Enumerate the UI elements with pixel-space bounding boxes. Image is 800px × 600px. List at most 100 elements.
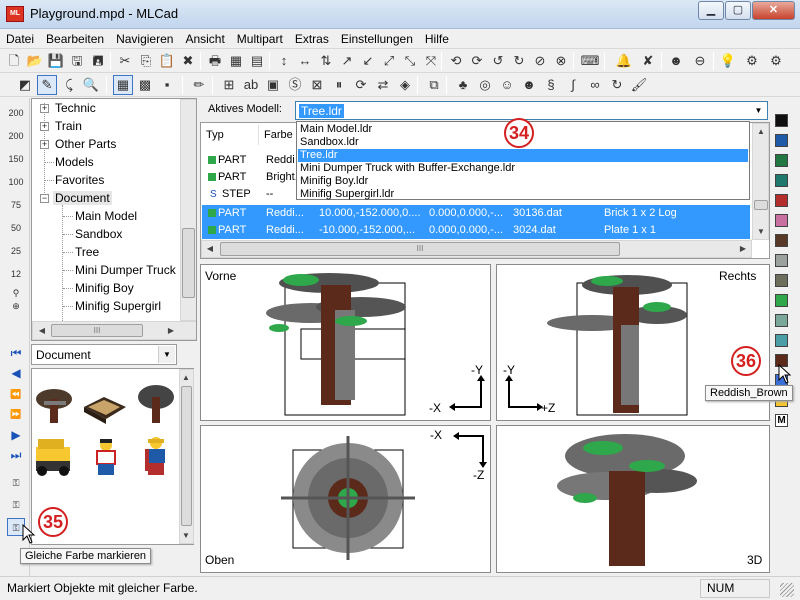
- zoom-icon[interactable]: 🔍: [81, 75, 101, 95]
- add-ldraw-icon[interactable]: Ⓢ: [285, 75, 305, 95]
- move-z-minus-icon[interactable]: ⤢: [379, 51, 399, 71]
- move-x-minus-icon[interactable]: ↔: [295, 51, 315, 71]
- rotate-y-minus-icon[interactable]: ↻: [509, 51, 529, 71]
- menu-extras[interactable]: Extras: [289, 29, 335, 49]
- move-z-plus-icon[interactable]: ↙: [358, 51, 378, 71]
- flex-part-icon[interactable]: ♣: [453, 75, 473, 95]
- active-model-select[interactable]: Tree.ldr ▼: [295, 101, 768, 120]
- band-icon[interactable]: ∞: [585, 75, 605, 95]
- cancel-x-icon[interactable]: ✘: [638, 51, 658, 71]
- zoom-200-icon[interactable]: 200: [7, 104, 25, 122]
- tree-horizontal-scrollbar[interactable]: ◀ III ▶: [32, 321, 196, 340]
- grid-coarse-icon[interactable]: ▦: [113, 75, 133, 95]
- thumb-sandbox[interactable]: [84, 397, 126, 424]
- dropdown-item-tree[interactable]: Tree.ldr: [298, 149, 748, 162]
- mark-icon[interactable]: ⚿: [7, 474, 25, 492]
- viewport-3d[interactable]: 3D: [496, 425, 770, 573]
- scroll-down-icon[interactable]: ▼: [179, 528, 193, 544]
- color-swatch[interactable]: [775, 274, 788, 287]
- tree-item-models[interactable]: Models: [55, 155, 94, 169]
- paste-icon[interactable]: 📋: [157, 51, 177, 71]
- add-rotation-icon[interactable]: ⟳: [351, 75, 371, 95]
- print-icon[interactable]: 🖶: [205, 51, 225, 71]
- next-step-icon[interactable]: ▶: [7, 426, 25, 444]
- open-file-icon[interactable]: 📂: [25, 51, 45, 71]
- minimize-button[interactable]: ▁: [698, 1, 724, 20]
- scroll-right-icon[interactable]: ▶: [735, 241, 751, 257]
- parts-list-vertical-scrollbar[interactable]: ▲ ▼: [752, 123, 769, 240]
- color-swatch[interactable]: [775, 114, 788, 127]
- select-mode-icon[interactable]: ◩: [15, 75, 35, 95]
- scroll-left-icon[interactable]: ◀: [202, 241, 218, 257]
- menu-datei[interactable]: Datei: [0, 29, 40, 49]
- color-swatch[interactable]: [775, 334, 788, 347]
- spring-icon[interactable]: §: [541, 75, 561, 95]
- menu-navigieren[interactable]: Navigieren: [110, 29, 179, 49]
- add-ghost-icon[interactable]: ◈: [395, 75, 415, 95]
- rotate-x-plus-icon[interactable]: ⟲: [446, 51, 466, 71]
- viewport-front[interactable]: Vorne -Y -X: [200, 264, 491, 421]
- last-step-icon[interactable]: ⏭: [7, 446, 25, 464]
- tree-item-main-model[interactable]: Main Model: [75, 209, 137, 223]
- close-button[interactable]: ✕: [752, 1, 795, 20]
- zoom-75-icon[interactable]: 75: [7, 196, 25, 214]
- table-row[interactable]: PART Reddi... 10.000,-152.000,0.... 0.00…: [202, 205, 750, 222]
- color-swatch[interactable]: [775, 234, 788, 247]
- menu-hilfe[interactable]: Hilfe: [419, 29, 455, 49]
- color-swatch[interactable]: [775, 194, 788, 207]
- thumb-tree-2[interactable]: [138, 385, 174, 423]
- add-pause-icon[interactable]: ⏸: [329, 75, 349, 95]
- zoom-25-icon[interactable]: 25: [7, 242, 25, 260]
- tree-item-favorites[interactable]: Favorites: [55, 173, 104, 187]
- tree-item-document[interactable]: Document: [53, 191, 112, 205]
- export-icon[interactable]: ▤: [247, 51, 267, 71]
- library-selector[interactable]: Document ▼: [31, 344, 177, 365]
- edit-mode-icon[interactable]: ✎: [37, 75, 57, 95]
- scroll-right-icon[interactable]: ▶: [163, 323, 179, 339]
- properties-icon[interactable]: ▦: [226, 51, 246, 71]
- zoom-12-icon[interactable]: 12: [7, 265, 25, 283]
- save-as-icon[interactable]: 🖪: [88, 51, 108, 71]
- settings-gear-icon[interactable]: ⚙: [766, 51, 786, 71]
- hose-icon[interactable]: ∫: [563, 75, 583, 95]
- tree-item-other-parts[interactable]: Other Parts: [55, 137, 116, 151]
- thumb-minifig-supergirl[interactable]: [145, 437, 165, 475]
- thumb-minifig-boy[interactable]: [96, 439, 116, 475]
- menu-ansicht[interactable]: Ansicht: [179, 29, 230, 49]
- grid-medium-icon[interactable]: ▩: [135, 75, 155, 95]
- tree-item-mini-dumper-truck[interactable]: Mini Dumper Truck: [75, 263, 176, 277]
- bell-icon[interactable]: 🔔: [614, 51, 634, 71]
- scroll-up-icon[interactable]: ▲: [179, 370, 193, 386]
- block-icon[interactable]: ⊖: [690, 51, 710, 71]
- rewind-icon[interactable]: ⏪: [7, 385, 25, 403]
- dropdown-item-minifig-boy[interactable]: Minifig Boy.ldr: [298, 175, 748, 188]
- delete-icon[interactable]: ✖: [178, 51, 198, 71]
- column-typ[interactable]: Typ: [201, 125, 259, 145]
- add-part-icon[interactable]: ⊞: [219, 75, 239, 95]
- gear-icon[interactable]: ⚙: [742, 51, 762, 71]
- rotate-x-minus-icon[interactable]: ⟳: [467, 51, 487, 71]
- copy-icon[interactable]: ⎘: [136, 51, 156, 71]
- color-swatch[interactable]: [775, 314, 788, 327]
- tree-item-train[interactable]: Train: [55, 119, 82, 133]
- save-all-icon[interactable]: 🖫: [67, 51, 87, 71]
- rotate-z-minus-icon[interactable]: ⊗: [551, 51, 571, 71]
- chevron-down-icon[interactable]: ▼: [158, 346, 175, 363]
- tree-item-sandbox[interactable]: Sandbox: [75, 227, 122, 241]
- pencil-icon[interactable]: ✏: [189, 75, 209, 95]
- rotate-z-plus-icon[interactable]: ⊘: [530, 51, 550, 71]
- brush-icon[interactable]: 🖌: [629, 75, 649, 95]
- zoom-all-icon[interactable]: ⊕: [7, 297, 25, 315]
- add-clear-icon[interactable]: ⊠: [307, 75, 327, 95]
- chevron-down-icon[interactable]: ▼: [751, 103, 766, 118]
- generator-icon[interactable]: ◎: [475, 75, 495, 95]
- table-row[interactable]: PART Reddi... -10.000,-152.000,... 0.000…: [202, 222, 750, 239]
- expander-technic[interactable]: +: [40, 104, 49, 113]
- column-farbe[interactable]: Farbe: [259, 125, 299, 145]
- dropdown-item-mini-dumper-truck[interactable]: Mini Dumper Truck with Buffer-Exchange.l…: [298, 162, 748, 175]
- maximize-button[interactable]: ▢: [725, 1, 751, 20]
- scroll-up-icon[interactable]: ▲: [753, 124, 769, 140]
- library-scrollbar[interactable]: ▲ ▼: [179, 369, 194, 544]
- tree-item-tree[interactable]: Tree: [75, 245, 99, 259]
- expander-train[interactable]: +: [40, 122, 49, 131]
